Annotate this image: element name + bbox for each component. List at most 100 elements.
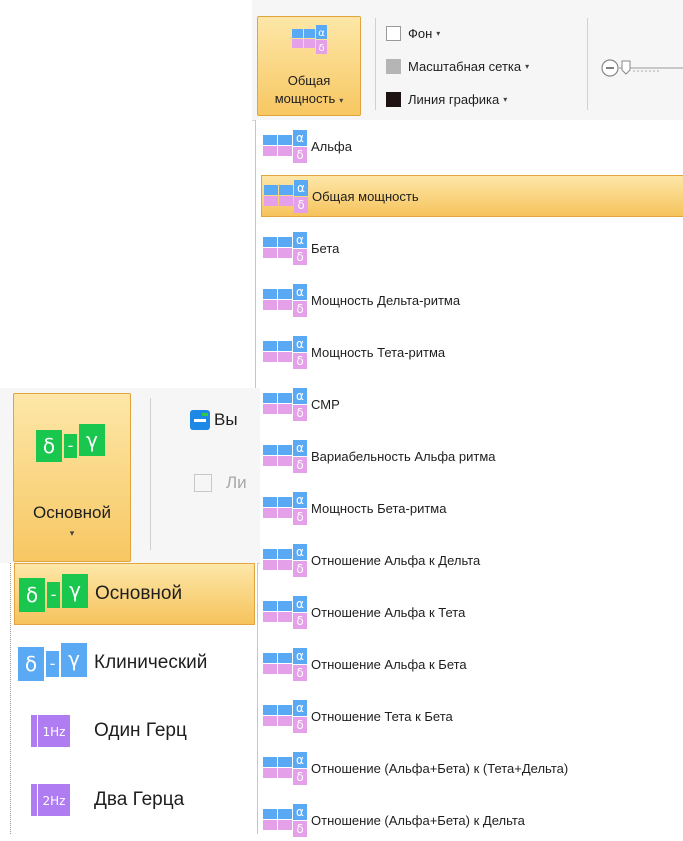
mode-menu-item-label: Клинический bbox=[94, 652, 208, 673]
chevron-down-icon: ▾ bbox=[503, 94, 508, 104]
power-menu-item-label: Бета bbox=[311, 240, 340, 256]
power-menu-item-label: Вариабельность Альфа ритма bbox=[311, 448, 496, 464]
svg-text:δ: δ bbox=[296, 354, 303, 368]
svg-text:δ: δ bbox=[296, 148, 303, 162]
svg-text:δ: δ bbox=[296, 302, 303, 316]
power-dropdown-menu: α δ Альфа α δ Общая мощность α δ Бета α δ Мощность … bbox=[255, 120, 683, 837]
power-icon: αδ bbox=[262, 177, 312, 215]
scale-grid-dropdown[interactable]: Масштабная сетка ▾ bbox=[386, 55, 529, 77]
power-menu-item[interactable]: α δ Отношение Альфа к Бета bbox=[261, 643, 683, 685]
svg-text:α: α bbox=[296, 441, 304, 455]
power-icon: αδ bbox=[261, 385, 311, 423]
svg-text:δ: δ bbox=[297, 198, 304, 212]
power-menu-item-label: Мощность Бета-ритма bbox=[311, 500, 447, 516]
svg-text:α: α bbox=[318, 28, 325, 39]
power-menu-item-label: Отношение Альфа к Дельта bbox=[311, 552, 481, 568]
power-menu-item[interactable]: α δ Общая мощность bbox=[261, 175, 683, 217]
line-swatch-icon bbox=[386, 91, 401, 107]
total-power-button-label-1: Общая bbox=[287, 73, 331, 88]
mode-menu-item[interactable]: 2Hz Два Герца bbox=[14, 769, 255, 831]
svg-text:α: α bbox=[296, 649, 304, 663]
svg-text:2Hz: 2Hz bbox=[43, 794, 66, 808]
svg-text:α: α bbox=[296, 545, 304, 559]
power-icon: αδ bbox=[261, 541, 311, 579]
svg-text:γ: γ bbox=[86, 428, 98, 452]
svg-text:δ: δ bbox=[296, 562, 303, 576]
mode-menu-item[interactable]: δ - γ Клинический bbox=[14, 632, 255, 694]
ribbon-divider bbox=[375, 18, 376, 110]
checkbox-icon bbox=[194, 474, 212, 492]
total-power-button[interactable]: α δ Общая мощность ▾ bbox=[257, 16, 361, 116]
svg-text:δ: δ bbox=[296, 770, 303, 784]
chevron-down-icon: ▾ bbox=[436, 28, 441, 38]
svg-text:δ: δ bbox=[26, 583, 38, 607]
svg-text:α: α bbox=[297, 181, 305, 195]
power-icon: αδ bbox=[261, 801, 311, 839]
power-menu-item-label: Мощность Дельта-ритма bbox=[311, 292, 461, 308]
svg-text:α: α bbox=[296, 701, 304, 715]
power-menu-item-label: Общая мощность bbox=[312, 188, 419, 204]
power-icon: αδ bbox=[261, 645, 311, 683]
power-menu-item-label: СМР bbox=[311, 396, 340, 412]
power-icon: α δ bbox=[292, 25, 327, 54]
svg-text:γ: γ bbox=[68, 647, 80, 671]
delta-gamma-green-icon: δ - γ bbox=[36, 424, 105, 462]
power-menu-item[interactable]: α δ Отношение Альфа к Дельта bbox=[261, 539, 683, 581]
power-menu-item[interactable]: α δ СМР bbox=[261, 383, 683, 425]
svg-text:γ: γ bbox=[69, 578, 81, 602]
power-icon: αδ bbox=[261, 749, 311, 787]
power-icon: αδ bbox=[261, 593, 311, 631]
svg-text:α: α bbox=[296, 493, 304, 507]
power-menu-item[interactable]: α δ Мощность Тета-ритма bbox=[261, 331, 683, 373]
power-icon: αδ bbox=[261, 229, 311, 267]
power-menu-item-label: Отношение Тета к Бета bbox=[311, 708, 453, 724]
svg-text:-: - bbox=[51, 585, 57, 604]
zoom-slider[interactable] bbox=[600, 56, 683, 82]
svg-text:α: α bbox=[296, 805, 304, 819]
background-dropdown[interactable]: Фон ▾ bbox=[386, 22, 440, 44]
power-menu-item[interactable]: α δ Мощность Бета-ритма bbox=[261, 487, 683, 529]
mode-button-label: Основной bbox=[33, 503, 111, 522]
mode-menu-item[interactable]: 1Hz Один Герц bbox=[14, 700, 255, 762]
total-power-button-label-2: мощность ▾ bbox=[274, 91, 344, 106]
background-swatch-icon bbox=[386, 25, 401, 41]
mode-menu-item[interactable]: δ - γ Основной bbox=[14, 563, 255, 625]
power-menu-item-label: Отношение (Альфа+Бета) к (Тета+Дельта) bbox=[311, 760, 569, 776]
graph-line-dropdown[interactable]: Линия графика ▾ bbox=[386, 88, 507, 110]
mode-button[interactable]: δ - γ Основной ▾ bbox=[13, 393, 131, 562]
ribbon-option-1[interactable]: Вы bbox=[190, 410, 238, 430]
svg-text:α: α bbox=[296, 389, 304, 403]
ribbon-option-2[interactable]: Ли bbox=[194, 473, 247, 493]
chevron-down-icon: ▾ bbox=[525, 61, 530, 71]
power-menu-item[interactable]: α δ Отношение (Альфа+Бета) к (Тета+Дельта) bbox=[261, 747, 683, 789]
svg-text:α: α bbox=[296, 597, 304, 611]
power-menu-item[interactable]: α δ Мощность Дельта-ритма bbox=[261, 279, 683, 321]
svg-text:δ: δ bbox=[296, 458, 303, 472]
power-icon: αδ bbox=[261, 489, 311, 527]
power-menu-item[interactable]: α δ Отношение Тета к Бета bbox=[261, 695, 683, 737]
power-menu-item[interactable]: α δ Отношение (Альфа+Бета) к Дельта bbox=[261, 799, 683, 841]
power-menu-item[interactable]: α δ Вариабельность Альфа ритма bbox=[261, 435, 683, 477]
svg-text:-: - bbox=[50, 654, 56, 673]
svg-text:α: α bbox=[296, 131, 304, 145]
power-menu-item-label: Отношение Альфа к Тета bbox=[311, 604, 466, 620]
power-icon: αδ bbox=[261, 127, 311, 165]
power-menu-item[interactable]: α δ Альфа bbox=[261, 125, 683, 167]
power-icon: αδ bbox=[261, 333, 311, 371]
svg-text:δ: δ bbox=[318, 43, 324, 54]
power-menu-item[interactable]: α δ Отношение Альфа к Тета bbox=[261, 591, 683, 633]
svg-text:δ: δ bbox=[25, 652, 37, 676]
svg-text:δ: δ bbox=[296, 614, 303, 628]
slider-thumb-icon bbox=[621, 60, 631, 75]
power-menu-item-label: Отношение (Альфа+Бета) к Дельта bbox=[311, 812, 525, 828]
two-hertz-icon: 2Hz bbox=[14, 780, 94, 820]
power-menu-item[interactable]: α δ Бета bbox=[261, 227, 683, 269]
mode-menu-item-label: Два Герца bbox=[94, 789, 185, 810]
power-icon: αδ bbox=[261, 437, 311, 475]
svg-text:α: α bbox=[296, 753, 304, 767]
svg-text:δ: δ bbox=[296, 718, 303, 732]
svg-text:δ: δ bbox=[296, 250, 303, 264]
power-menu-item-label: Альфа bbox=[311, 138, 352, 154]
power-menu-item-label: Отношение Альфа к Бета bbox=[311, 656, 467, 672]
mode-menu-item-label: Один Герц bbox=[94, 720, 187, 741]
